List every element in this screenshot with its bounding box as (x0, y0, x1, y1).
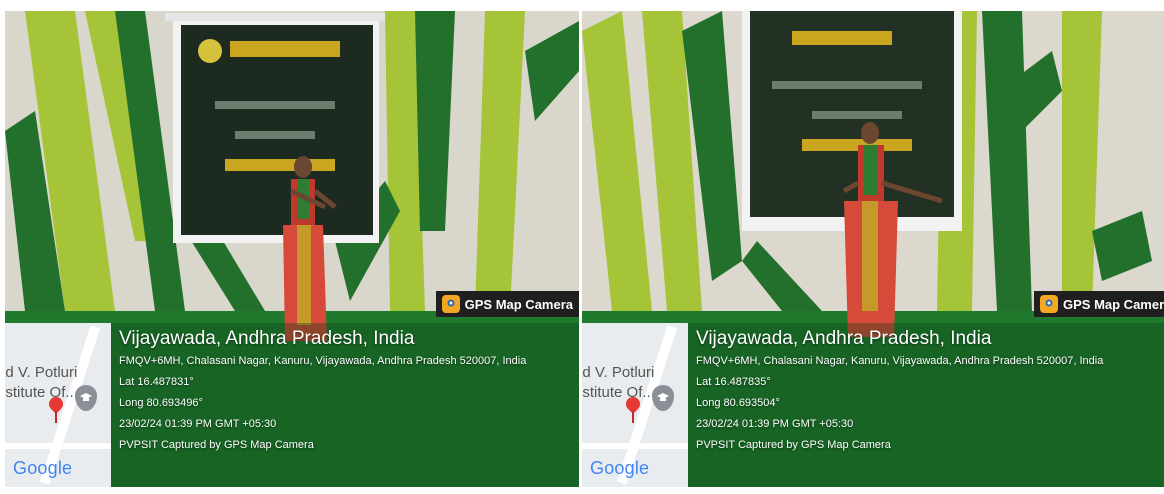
photo-left: GPS Map Camera ad V. Potluri nstitute Of… (5, 11, 579, 487)
latitude: Lat 16.487835° (696, 376, 771, 388)
map-thumbnail: ad V. Potluri nstitute Of... Google (582, 323, 688, 487)
gps-camera-label: GPS Map Camera (464, 296, 573, 312)
address-line: FMQV+6MH, Chalasani Nagar, Kanuru, Vijay… (119, 355, 527, 367)
latitude: Lat 16.487831° (119, 376, 194, 388)
school-icon (652, 385, 674, 411)
gps-camera-badge: GPS Map Camera (435, 291, 579, 317)
location-details: Vijayawada, Andhra Pradesh, India FMQV+6… (696, 327, 1158, 456)
longitude: Long 80.693504° (696, 397, 780, 409)
gps-camera-label: GPS Map Camera (1063, 296, 1164, 312)
photo-right: GPS Map Camera ad V. Potluri nstitute Of… (582, 11, 1164, 487)
google-logo: Google (590, 458, 650, 478)
address-line: FMQV+6MH, Chalasani Nagar, Kanuru, Vijay… (696, 355, 1104, 367)
location-title: Vijayawada, Andhra Pradesh, India (119, 328, 415, 349)
caption: PVPSIT Captured by GPS Map Camera (696, 439, 891, 451)
location-info-panel: ad V. Potluri nstitute Of... Google Vija… (582, 323, 1164, 487)
gps-camera-icon (1040, 295, 1058, 313)
school-icon (75, 385, 97, 411)
google-logo: Google (13, 458, 73, 478)
gps-camera-icon (441, 295, 460, 313)
location-details: Vijayawada, Andhra Pradesh, India FMQV+6… (119, 327, 573, 456)
gps-camera-badge: GPS Map Camera (1034, 291, 1164, 317)
longitude: Long 80.693496° (119, 397, 203, 409)
datetime: 23/02/24 01:39 PM GMT +05:30 (696, 418, 854, 430)
map-thumbnail: ad V. Potluri nstitute Of... Google (5, 323, 111, 487)
location-title: Vijayawada, Andhra Pradesh, India (696, 328, 992, 349)
location-info-panel: ad V. Potluri nstitute Of... Google Vija… (5, 323, 579, 487)
caption: PVPSIT Captured by GPS Map Camera (119, 439, 314, 451)
datetime: 23/02/24 01:39 PM GMT +05:30 (119, 418, 277, 430)
